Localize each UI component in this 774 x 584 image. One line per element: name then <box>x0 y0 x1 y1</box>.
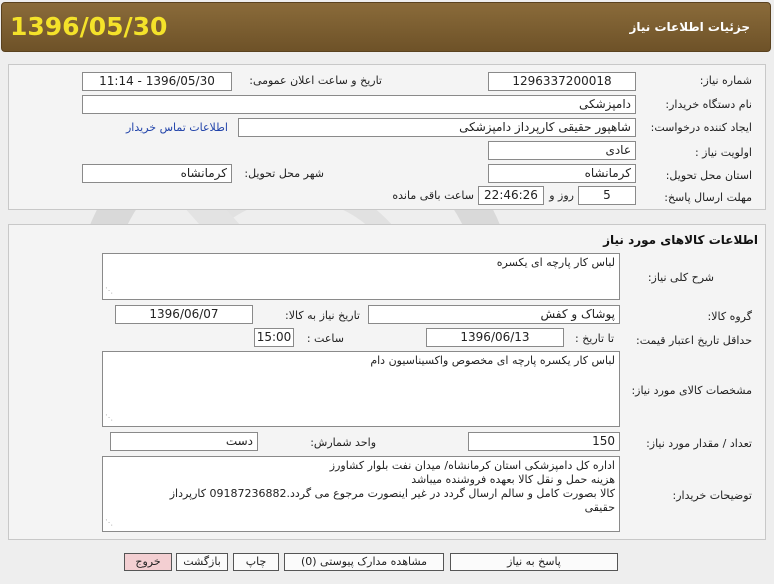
specs-label: مشخصات کالای مورد نیاز: <box>631 384 752 397</box>
buyer-notes-line: حقیقی <box>584 501 615 514</box>
goods-section-title: اطلاعات کالاهای مورد نیاز <box>603 233 758 247</box>
priority-label: اولویت نیاز : <box>694 146 752 159</box>
page-title: جزئیات اطلاعات نیاز <box>629 20 750 34</box>
quantity-field: 150 <box>468 432 620 451</box>
summary-text: لباس کار پارچه ای یکسره <box>496 256 615 269</box>
province-field: کرمانشاه <box>488 164 636 183</box>
priority-field: عادی <box>488 141 636 160</box>
min-validity-label: حداقل تاریخ اعتبار قیمت: <box>636 334 752 347</box>
city-label: شهر محل تحویل: <box>244 167 324 180</box>
buyer-notes-label: توضیحات خریدار: <box>672 489 753 502</box>
remaining-label: ساعت باقی مانده <box>392 189 474 202</box>
summary-textarea: لباس کار پارچه ای یکسره ⋰ <box>102 253 620 300</box>
buyer-notes-line: کالا بصورت کامل و سالم ارسال گردد در غیر… <box>169 487 615 500</box>
time-field: 15:00 <box>254 328 294 347</box>
specs-text: لباس کار یکسره پارچه ای مخصوص واکسیناسیو… <box>370 354 615 367</box>
resize-grip-icon[interactable]: ⋰ <box>105 411 113 425</box>
exit-button[interactable]: خروج <box>124 553 172 571</box>
announce-datetime-field: 1396/05/30 - 11:14 <box>82 72 232 91</box>
need-date-field: 1396/06/07 <box>115 305 253 324</box>
quantity-label: تعداد / مقدار مورد نیاز: <box>646 437 752 450</box>
unit-field: دست <box>110 432 258 451</box>
attachments-button[interactable]: مشاهده مدارک پیوستی (0) <box>284 553 444 571</box>
summary-label: شرح کلی نیاز: <box>647 271 714 284</box>
print-button[interactable]: چاپ <box>233 553 279 571</box>
reply-button[interactable]: پاسخ به نیاز <box>450 553 618 571</box>
group-field: پوشاک و کفش <box>368 305 620 324</box>
resize-grip-icon[interactable]: ⋰ <box>105 284 113 298</box>
city-field: کرمانشاه <box>82 164 232 183</box>
creator-label: ایجاد کننده درخواست: <box>650 121 752 134</box>
until-date-field: 1396/06/13 <box>426 328 564 347</box>
deadline-days-field: 5 <box>578 186 636 205</box>
need-number-label: شماره نیاز: <box>699 74 752 87</box>
deadline-label: مهلت ارسال پاسخ: <box>664 191 752 204</box>
buyer-notes-line: اداره کل دامپزشکی استان کرمانشاه/ میدان … <box>329 459 615 472</box>
buyer-org-field: دامپزشکی <box>82 95 636 114</box>
buyer-notes-line: هزینه حمل و نقل کالا بعهده فروشنده میباش… <box>411 473 615 486</box>
back-button[interactable]: بازگشت <box>176 553 228 571</box>
deadline-time-field: 22:46:26 <box>478 186 544 205</box>
buyer-notes-textarea: اداره کل دامپزشکی استان کرمانشاه/ میدان … <box>102 456 620 532</box>
until-date-label: تا تاریخ : <box>575 332 614 345</box>
time-label: ساعت : <box>306 332 344 345</box>
announce-datetime-label: تاریخ و ساعت اعلان عمومی: <box>249 74 382 87</box>
specs-textarea: لباس کار یکسره پارچه ای مخصوص واکسیناسیو… <box>102 351 620 427</box>
resize-grip-icon[interactable]: ⋰ <box>105 516 113 530</box>
need-date-label: تاریخ نیاز به کالا: <box>285 309 360 322</box>
group-label: گروه کالا: <box>707 310 752 323</box>
province-label: استان محل تحویل: <box>665 169 752 182</box>
buyer-contact-link[interactable]: اطلاعات تماس خریدار <box>126 121 228 134</box>
header-date: 1396/05/30 <box>10 12 168 41</box>
need-number-field: 1296337200018 <box>488 72 636 91</box>
unit-label: واحد شمارش: <box>310 436 376 449</box>
buyer-org-label: نام دستگاه خریدار: <box>665 98 752 111</box>
creator-field: شاهپور حقیقی کارپرداز دامپزشکی <box>238 118 636 137</box>
days-and-label: روز و <box>549 189 574 202</box>
